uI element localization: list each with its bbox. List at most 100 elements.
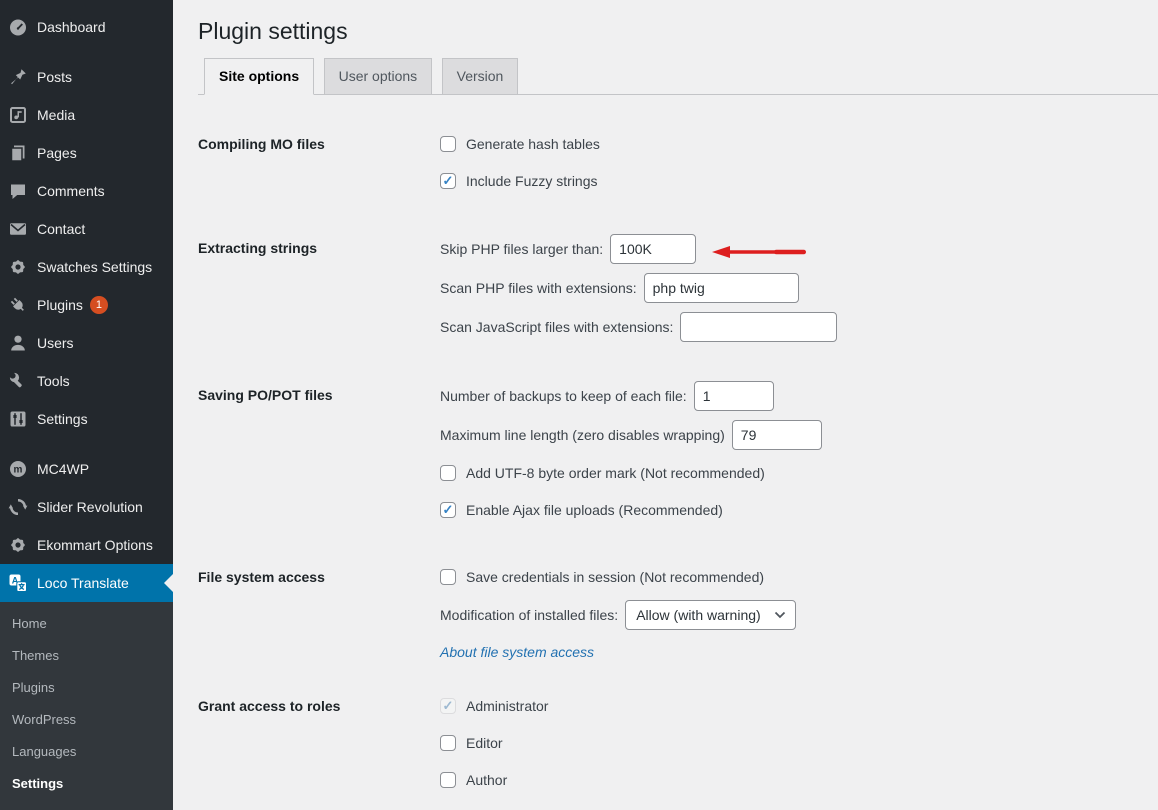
checkbox-label: Enable Ajax file uploads (Recommended)	[466, 502, 723, 518]
role-author-checkbox[interactable]	[440, 772, 456, 788]
section-label: Compiling MO files	[198, 130, 440, 204]
checkbox-label: Administrator	[466, 698, 548, 714]
field-label: Skip PHP files larger than:	[440, 241, 603, 257]
svg-text:m: m	[14, 465, 23, 476]
save-credentials-row[interactable]: Save credentials in session (Not recomme…	[440, 563, 1158, 591]
sidebar-item-label: Pages	[37, 143, 77, 163]
skip-php-size-row: Skip PHP files larger than:	[440, 234, 1158, 264]
sidebar-item-posts[interactable]: Posts	[0, 58, 173, 96]
sidebar-item-comments[interactable]: Comments	[0, 172, 173, 210]
section-extracting-strings: Extracting strings Skip PHP files larger…	[198, 234, 1158, 351]
loco-translate-submenu: Home Themes Plugins WordPress Languages …	[0, 602, 173, 810]
sidebar-item-label: Comments	[37, 181, 105, 201]
tab-user-options[interactable]: User options	[324, 58, 433, 95]
section-label: Saving PO/POT files	[198, 381, 440, 533]
gear-icon	[8, 257, 28, 277]
section-file-system-access: File system access Save credentials in s…	[198, 563, 1158, 662]
utf8-bom-checkbox[interactable]	[440, 465, 456, 481]
include-fuzzy-strings-row[interactable]: Include Fuzzy strings	[440, 167, 1158, 195]
field-label: Scan JavaScript files with extensions:	[440, 319, 673, 335]
section-label: Grant access to roles	[198, 692, 440, 803]
sidebar-item-label: Ekommart Options	[37, 535, 153, 555]
sidebar-item-contact[interactable]: Contact	[0, 210, 173, 248]
wrench-icon	[8, 371, 28, 391]
sidebar-item-label: Loco Translate	[37, 573, 129, 593]
checkbox-label: Author	[466, 772, 507, 788]
sidebar-item-label: Users	[37, 333, 74, 353]
sidebar-item-swatches-settings[interactable]: Swatches Settings	[0, 248, 173, 286]
field-label: Maximum line length (zero disables wrapp…	[440, 427, 725, 443]
pages-icon	[8, 143, 28, 163]
sidebar-item-ekommart-options[interactable]: Ekommart Options	[0, 526, 173, 564]
tab-version[interactable]: Version	[442, 58, 519, 95]
include-fuzzy-strings-checkbox[interactable]	[440, 173, 456, 189]
chevron-down-icon	[774, 611, 786, 619]
comment-icon	[8, 181, 28, 201]
scan-js-extensions-input[interactable]	[680, 312, 837, 342]
modification-select[interactable]: Allow (with warning)	[625, 600, 796, 630]
sidebar-item-pages[interactable]: Pages	[0, 134, 173, 172]
backups-row: Number of backups to keep of each file:	[440, 381, 1158, 411]
about-file-system-link[interactable]: About file system access	[440, 644, 594, 660]
save-credentials-checkbox[interactable]	[440, 569, 456, 585]
sidebar-item-label: Settings	[37, 409, 88, 429]
sidebar-item-label: Posts	[37, 67, 72, 87]
user-icon	[8, 333, 28, 353]
sidebar-item-dashboard[interactable]: Dashboard	[0, 8, 173, 46]
sidebar-item-label: Media	[37, 105, 75, 125]
submenu-item-home[interactable]: Home	[0, 608, 173, 640]
sidebar-item-users[interactable]: Users	[0, 324, 173, 362]
sidebar-item-plugins[interactable]: Plugins 1	[0, 286, 173, 324]
backups-input[interactable]	[694, 381, 774, 411]
submenu-item-settings[interactable]: Settings	[0, 768, 173, 800]
page-title: Plugin settings	[198, 0, 1158, 46]
line-length-row: Maximum line length (zero disables wrapp…	[440, 420, 1158, 450]
section-compiling-mo-files: Compiling MO files Generate hash tables …	[198, 130, 1158, 204]
scan-js-extensions-row: Scan JavaScript files with extensions:	[440, 312, 1158, 342]
ajax-uploads-row[interactable]: Enable Ajax file uploads (Recommended)	[440, 496, 1158, 524]
generate-hash-tables-row[interactable]: Generate hash tables	[440, 130, 1158, 158]
gear-icon	[8, 535, 28, 555]
dashboard-icon	[8, 17, 28, 37]
role-editor-row[interactable]: Editor	[440, 729, 1158, 757]
checkbox-label: Save credentials in session (Not recomme…	[466, 569, 764, 585]
main-content: Plugin settings Site options User option…	[173, 0, 1158, 800]
sidebar-item-loco-translate[interactable]: A Loco Translate	[0, 564, 173, 602]
sidebar-item-label: Dashboard	[37, 17, 106, 37]
tab-site-options[interactable]: Site options	[204, 58, 314, 95]
submenu-item-themes[interactable]: Themes	[0, 640, 173, 672]
checkbox-label: Add UTF-8 byte order mark (Not recommend…	[466, 465, 765, 481]
skip-php-size-input[interactable]	[610, 234, 696, 264]
sidebar-item-mc4wp[interactable]: m MC4WP	[0, 450, 173, 488]
sidebar-item-label: Contact	[37, 219, 85, 239]
sidebar-item-media[interactable]: Media	[0, 96, 173, 134]
line-length-input[interactable]	[732, 420, 822, 450]
role-author-row[interactable]: Author	[440, 766, 1158, 794]
sidebar-item-label: MC4WP	[37, 459, 89, 479]
scan-php-extensions-input[interactable]	[644, 273, 799, 303]
plugin-icon	[8, 295, 28, 315]
submenu-item-wordpress[interactable]: WordPress	[0, 704, 173, 736]
current-menu-arrow	[164, 574, 173, 592]
utf8-bom-row[interactable]: Add UTF-8 byte order mark (Not recommend…	[440, 459, 1158, 487]
sidebar-item-label: Tools	[37, 371, 70, 391]
envelope-icon	[8, 219, 28, 239]
sidebar-item-tools[interactable]: Tools	[0, 362, 173, 400]
section-label: Extracting strings	[198, 234, 440, 351]
ajax-uploads-checkbox[interactable]	[440, 502, 456, 518]
submenu-item-languages[interactable]: Languages	[0, 736, 173, 768]
sidebar-item-settings[interactable]: Settings	[0, 400, 173, 438]
selected-option: Allow (with warning)	[636, 607, 760, 623]
submenu-item-plugins[interactable]: Plugins	[0, 672, 173, 704]
checkbox-label: Include Fuzzy strings	[466, 173, 598, 189]
mc4wp-icon: m	[8, 459, 28, 479]
generate-hash-tables-checkbox[interactable]	[440, 136, 456, 152]
translate-icon: A	[8, 573, 28, 593]
role-administrator-row: Administrator	[440, 692, 1158, 720]
scan-php-extensions-row: Scan PHP files with extensions:	[440, 273, 1158, 303]
sidebar-item-label: Swatches Settings	[37, 257, 152, 277]
role-editor-checkbox[interactable]	[440, 735, 456, 751]
role-administrator-checkbox	[440, 698, 456, 714]
field-label: Scan PHP files with extensions:	[440, 280, 637, 296]
sidebar-item-slider-revolution[interactable]: Slider Revolution	[0, 488, 173, 526]
